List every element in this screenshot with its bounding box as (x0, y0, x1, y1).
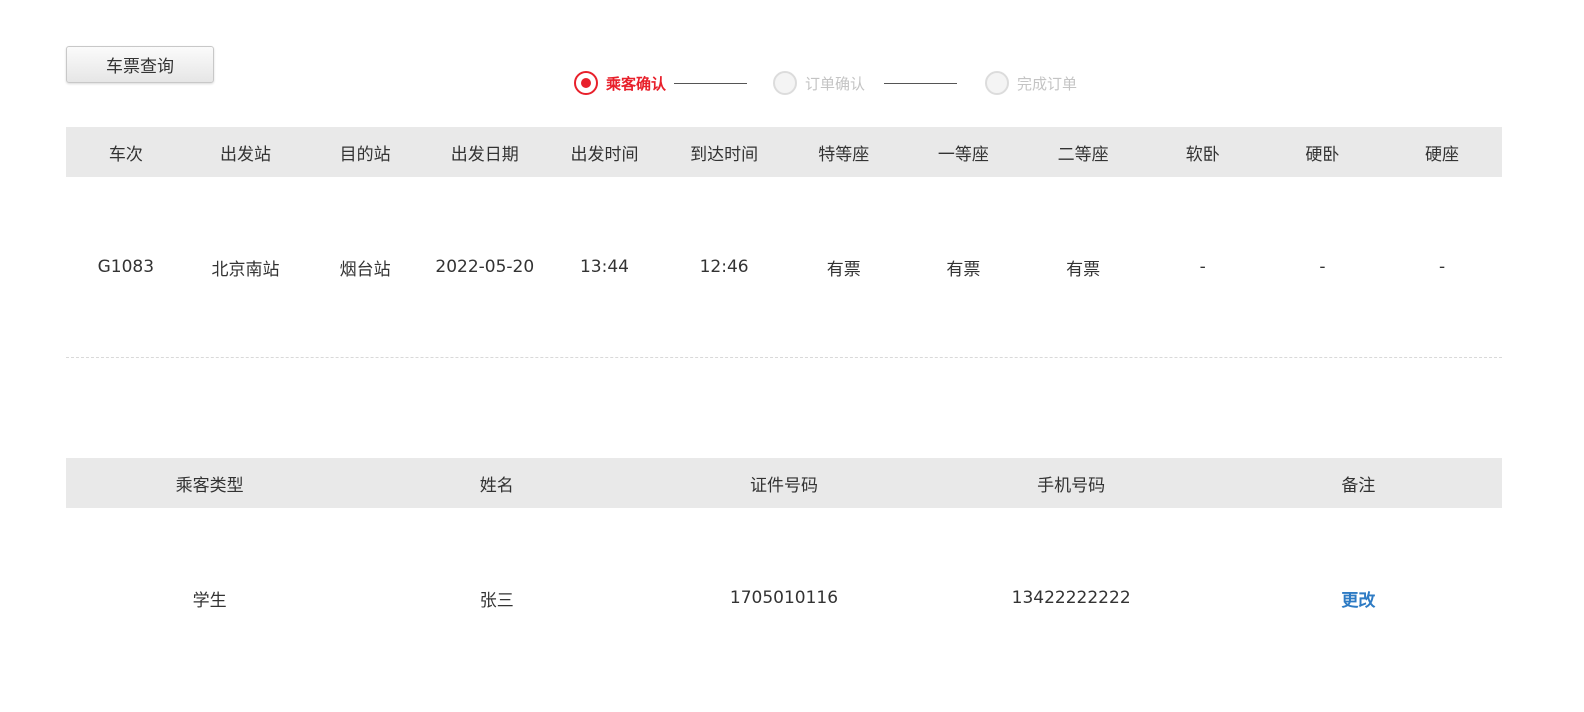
passenger-name: 张三 (479, 590, 514, 611)
step-connector (884, 83, 957, 84)
train-no: G1083 (97, 257, 155, 277)
step-label: 订单确认 (805, 74, 866, 93)
step-order-complete: 完成订单 (985, 68, 1077, 98)
remark-cell: 更改 (1215, 586, 1502, 611)
header-name: 姓名 (479, 475, 514, 496)
passenger-table-header: 乘客类型 姓名 证件号码 手机号码 备注 (66, 458, 1502, 508)
destination-station: 烟台站 (339, 259, 391, 280)
edit-passenger-link[interactable]: 更改 (1341, 591, 1375, 611)
second-class-seat: 有票 (1066, 259, 1101, 280)
header-business-seat: 特等座 (818, 144, 870, 165)
header-first-class: 一等座 (937, 144, 989, 165)
header-soft-sleeper: 软卧 (1185, 144, 1220, 165)
arrival-time: 12:46 (699, 257, 749, 277)
section-divider (66, 357, 1502, 358)
order-steps: 乘客确认 订单确认 完成订单 (0, 68, 1584, 98)
step-connector (674, 83, 747, 84)
header-remark: 备注 (1341, 475, 1376, 496)
hard-seat: - (1438, 257, 1446, 277)
phone-number: 13422222222 (1011, 588, 1131, 608)
table-row: G1083 北京南站 烟台站 2022-05-20 13:44 12:46 有票… (66, 242, 1502, 292)
first-class-seat: 有票 (946, 259, 981, 280)
active-radio-icon (574, 71, 598, 95)
departure-time: 13:44 (579, 257, 629, 277)
departure-station: 北京南站 (211, 259, 280, 280)
header-phone-number: 手机号码 (1037, 475, 1106, 496)
header-departure-time: 出发时间 (570, 144, 639, 165)
header-hard-seat: 硬座 (1425, 144, 1460, 165)
header-departure-station: 出发站 (219, 144, 271, 165)
step-label: 完成订单 (1017, 74, 1078, 93)
inactive-radio-icon (985, 71, 1009, 95)
header-departure-date: 出发日期 (450, 144, 519, 165)
train-table-header: 车次 出发站 目的站 出发日期 出发时间 到达时间 特等座 一等座 二等座 软卧… (66, 127, 1502, 177)
step-label: 乘客确认 (606, 74, 667, 93)
header-hard-sleeper: 硬卧 (1305, 144, 1340, 165)
passenger-type: 学生 (192, 590, 227, 611)
id-number: 1705010116 (729, 588, 839, 608)
inactive-radio-icon (773, 71, 797, 95)
header-train-no: 车次 (108, 144, 143, 165)
step-order-confirm: 订单确认 (773, 68, 865, 98)
hard-sleeper: - (1319, 257, 1326, 277)
header-passenger-type: 乘客类型 (175, 475, 244, 496)
departure-date: 2022-05-20 (435, 257, 535, 277)
header-destination-station: 目的站 (339, 144, 391, 165)
step-passenger-confirm: 乘客确认 (574, 68, 666, 98)
header-arrival-time: 到达时间 (690, 144, 759, 165)
business-seat: 有票 (826, 259, 861, 280)
header-second-class: 二等座 (1057, 144, 1109, 165)
ticket-order-page: 车票查询 乘客确认 订单确认 完成订单 车次 出发站 目的站 出发日期 出发时间… (0, 0, 1584, 712)
header-id-number: 证件号码 (749, 475, 818, 496)
table-row: 学生 张三 1705010116 13422222222 更改 (66, 573, 1502, 623)
soft-sleeper: - (1199, 257, 1206, 277)
